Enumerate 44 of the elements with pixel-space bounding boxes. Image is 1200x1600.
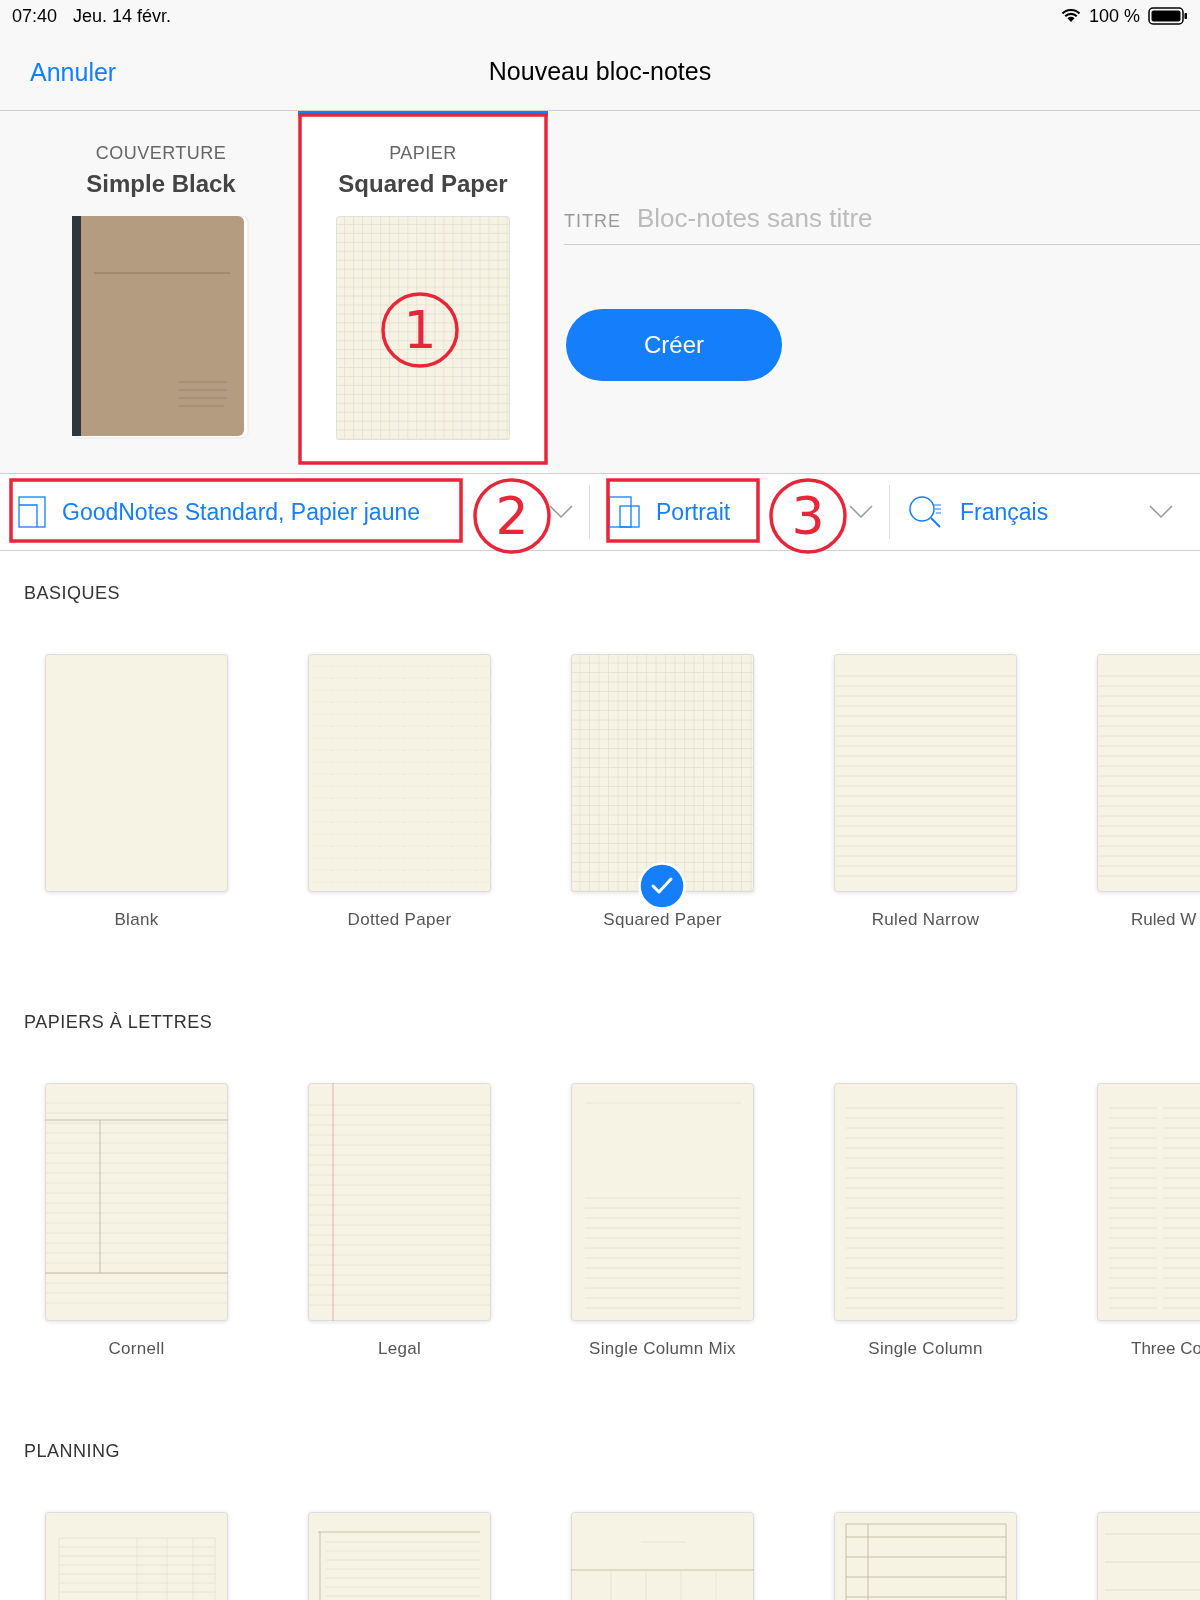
nav-title: Nouveau bloc-notes: [488, 56, 712, 86]
battery-percent: 100 %: [1088, 5, 1140, 27]
page-icon: [608, 496, 640, 528]
template-name: Blank: [114, 910, 159, 930]
cancel-button[interactable]: Annuler: [18, 52, 129, 93]
annotation-number: 1: [380, 290, 460, 370]
template-name: Ruled W: [1131, 910, 1197, 930]
battery-icon: [1148, 7, 1188, 25]
annotation-number: 2: [472, 476, 552, 556]
template-thumbnail[interactable]: [45, 1083, 228, 1321]
search-icon: [908, 495, 944, 529]
section-heading: PAPIERS À LETTRES: [24, 1012, 214, 1033]
template-thumbnail[interactable]: [571, 1083, 754, 1321]
annotation-number: 3: [768, 476, 848, 556]
template-name: Legal: [377, 1339, 422, 1359]
cover-name: Simple Black: [86, 170, 236, 198]
create-button[interactable]: Créer: [566, 309, 782, 381]
template-name: Squared Paper: [603, 910, 722, 930]
template-thumbnail[interactable]: [308, 654, 491, 892]
status-time: 07:40: [12, 5, 58, 27]
chevron-down-icon[interactable]: [849, 505, 873, 519]
template-thumbnail[interactable]: [308, 1083, 491, 1321]
title-label: TITRE: [564, 211, 621, 232]
chevron-down-icon[interactable]: [1149, 505, 1173, 519]
template-name: Single Column Mix: [589, 1339, 736, 1359]
template-name: Ruled Narrow: [871, 910, 980, 930]
template-icon: [18, 496, 46, 528]
template-thumbnail[interactable]: [571, 654, 754, 892]
template-name: Cornell: [108, 1339, 165, 1359]
cover-caption: COUVERTURE: [95, 143, 227, 164]
chevron-down-icon[interactable]: [549, 505, 573, 519]
section-heading: PLANNING: [24, 1441, 122, 1462]
section-heading: BASIQUES: [24, 583, 122, 604]
template-thumbnail[interactable]: [834, 1083, 1017, 1321]
template-thumbnail[interactable]: [834, 654, 1017, 892]
wifi-icon: [1060, 9, 1081, 23]
title-field[interactable]: Bloc-notes sans titre: [637, 203, 1200, 234]
template-thumbnail[interactable]: [45, 654, 228, 892]
paper-name: Squared Paper: [338, 170, 508, 198]
template-name: Dotted Paper: [347, 910, 452, 930]
template-name: Single Column: [868, 1339, 983, 1359]
toolbar-dropdown[interactable]: Français: [908, 495, 1049, 529]
status-date: Jeu. 14 févr.: [73, 5, 172, 27]
paper-caption: PAPIER: [389, 143, 457, 164]
